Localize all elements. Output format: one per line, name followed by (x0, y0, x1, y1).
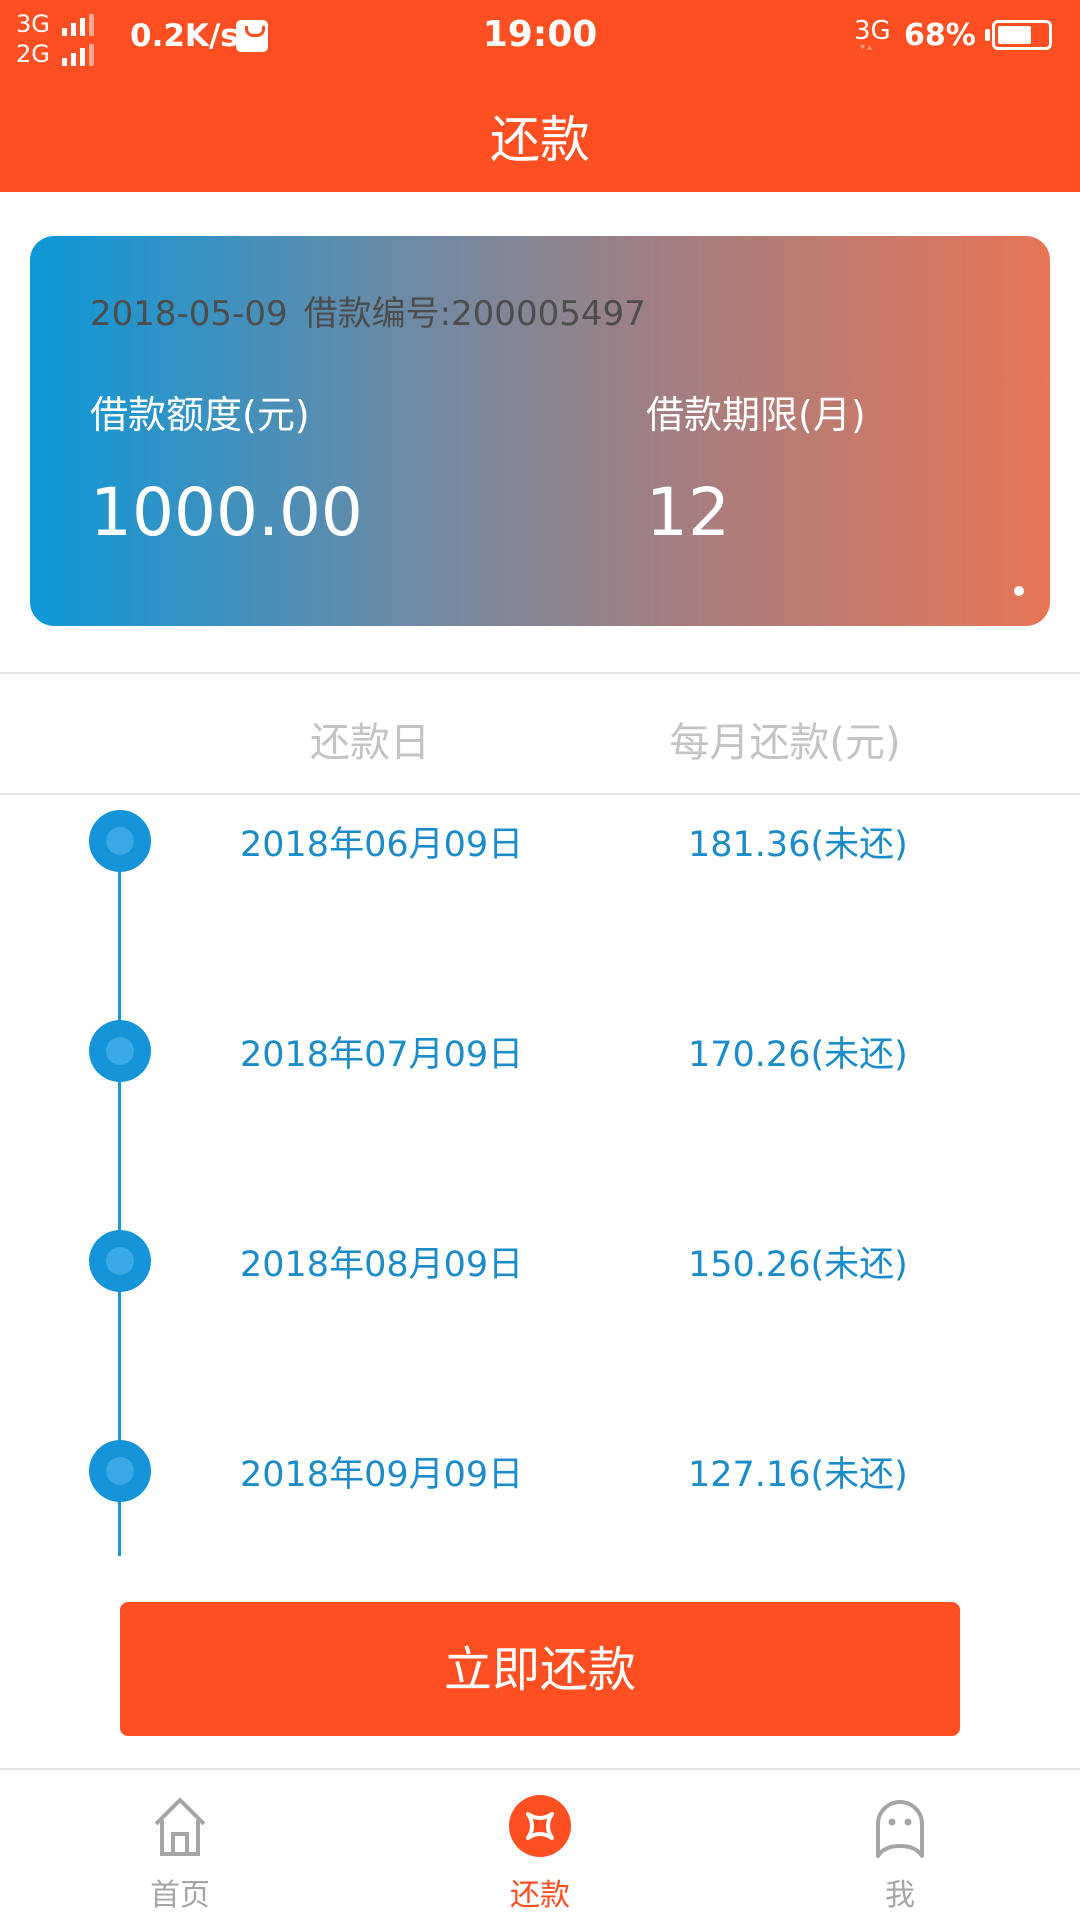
nav-label-me: 我 (885, 1878, 915, 1913)
home-icon (154, 1798, 206, 1856)
row-date: 2018年08月09日 (240, 1245, 524, 1285)
divider-top (0, 672, 1080, 674)
row-amount: 170.26(未还) (688, 1035, 908, 1075)
nav-label-repay: 还款 (510, 1878, 570, 1913)
row-amount: 181.36(未还) (688, 825, 908, 865)
loan-date: 2018-05-09 (90, 294, 288, 334)
network-type-right: 3G (854, 16, 891, 53)
page-title: 还款 (490, 111, 590, 169)
row-date: 2018年09月09日 (240, 1455, 524, 1495)
timeline-dot-icon (89, 1020, 151, 1082)
nav-item-me[interactable]: 我 (800, 1770, 1000, 1922)
repay-icon (509, 1795, 571, 1857)
loan-meta: 2018-05-09 借款编号:200005497 (90, 286, 646, 335)
battery-fill (998, 26, 1031, 44)
repay-date-header: 还款日 (310, 720, 430, 766)
loan-amount-label: 借款额度(元) (90, 393, 310, 437)
battery-icon (992, 20, 1052, 50)
row-amount: 150.26(未还) (688, 1245, 908, 1285)
row-date: 2018年07月09日 (240, 1035, 524, 1075)
card-indicator-dot (1014, 586, 1024, 596)
timeline-dot-icon (89, 810, 151, 872)
app-header: 3G 2G 0.2K/s 19:00 3G 68% 还款 (0, 0, 1080, 192)
loan-number: 借款编号:200005497 (303, 294, 646, 334)
nav-label-home: 首页 (150, 1878, 210, 1913)
battery-percent: 68% (904, 18, 976, 53)
monthly-repay-header: 每月还款(元) (669, 720, 901, 766)
timeline-dot-icon (89, 1440, 151, 1502)
nav-item-repay[interactable]: 还款 (440, 1770, 640, 1922)
status-bar-right: 3G 68% (842, 14, 1062, 54)
timeline-dot-icon (89, 1230, 151, 1292)
loan-amount-value: 1000.00 (90, 474, 363, 551)
row-date: 2018年06月09日 (240, 825, 524, 865)
pay-now-button[interactable]: 立即还款 (120, 1602, 960, 1736)
divider-bottom (0, 793, 1080, 795)
row-amount: 127.16(未还) (688, 1455, 908, 1495)
bottom-nav: 首页 还款 我 (0, 1768, 1080, 1920)
loan-card: 2018-05-09 借款编号:200005497 借款额度(元) 1000.00… (30, 236, 1050, 626)
user-icon (876, 1800, 924, 1858)
battery-cap (985, 29, 990, 41)
nav-item-home[interactable]: 首页 (80, 1770, 280, 1922)
loan-term-value: 12 (646, 474, 730, 551)
loan-term-label: 借款期限(月) (646, 393, 866, 437)
